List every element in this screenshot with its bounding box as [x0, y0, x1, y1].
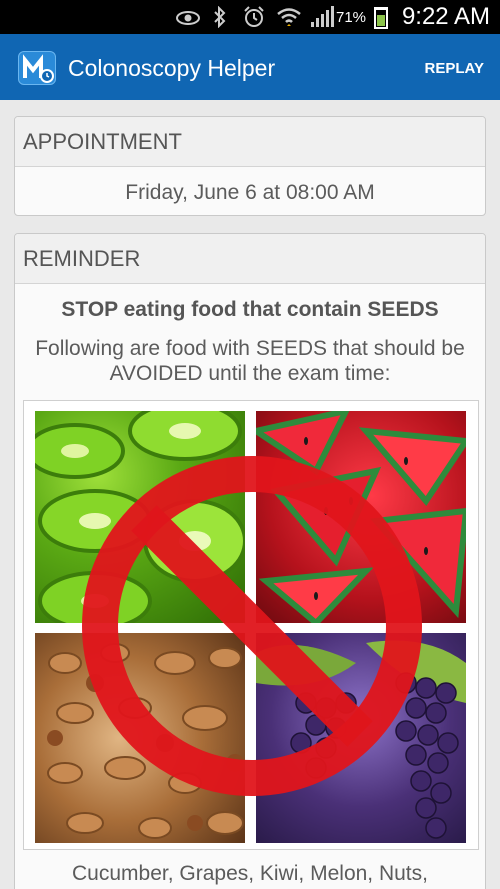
reminder-title: STOP eating food that contain SEEDS — [61, 298, 439, 321]
seed-foods-list: Cucumber, Grapes, Kiwi, Melon, Nuts, — [72, 862, 428, 885]
grapes-image — [256, 633, 466, 843]
signal-icon — [311, 6, 334, 27]
clock: 9:22 AM — [401, 3, 490, 30]
seed-foods-image — [23, 400, 479, 850]
eye-icon — [176, 11, 200, 25]
appointment-date: Friday, June 6 at 08:00 AM — [125, 181, 375, 204]
battery-percent: 71% — [336, 9, 367, 26]
appointment-header: APPOINTMENT — [15, 117, 485, 167]
appointment-card: APPOINTMENT Friday, June 6 at 08:00 AM — [14, 116, 486, 216]
battery-icon — [374, 7, 388, 29]
watermelon-image — [256, 411, 466, 623]
status-bar: 71% 9:22 AM — [0, 0, 500, 34]
reminder-header: REMINDER — [15, 234, 485, 284]
reminder-card: REMINDER STOP eating food that contain S… — [14, 233, 486, 889]
app-title: Colonoscopy Helper — [68, 55, 276, 81]
app-logo-icon — [18, 51, 56, 85]
action-bar: Colonoscopy Helper REPLAY — [0, 34, 500, 100]
kiwi-image — [35, 411, 245, 623]
bluetooth-icon — [214, 6, 226, 28]
alarm-icon — [244, 6, 264, 27]
nuts-image — [35, 633, 245, 843]
reminder-text: Following are food with SEEDS that shoul… — [35, 337, 465, 385]
replay-button[interactable]: REPLAY — [425, 60, 484, 77]
wifi-icon — [277, 8, 301, 26]
